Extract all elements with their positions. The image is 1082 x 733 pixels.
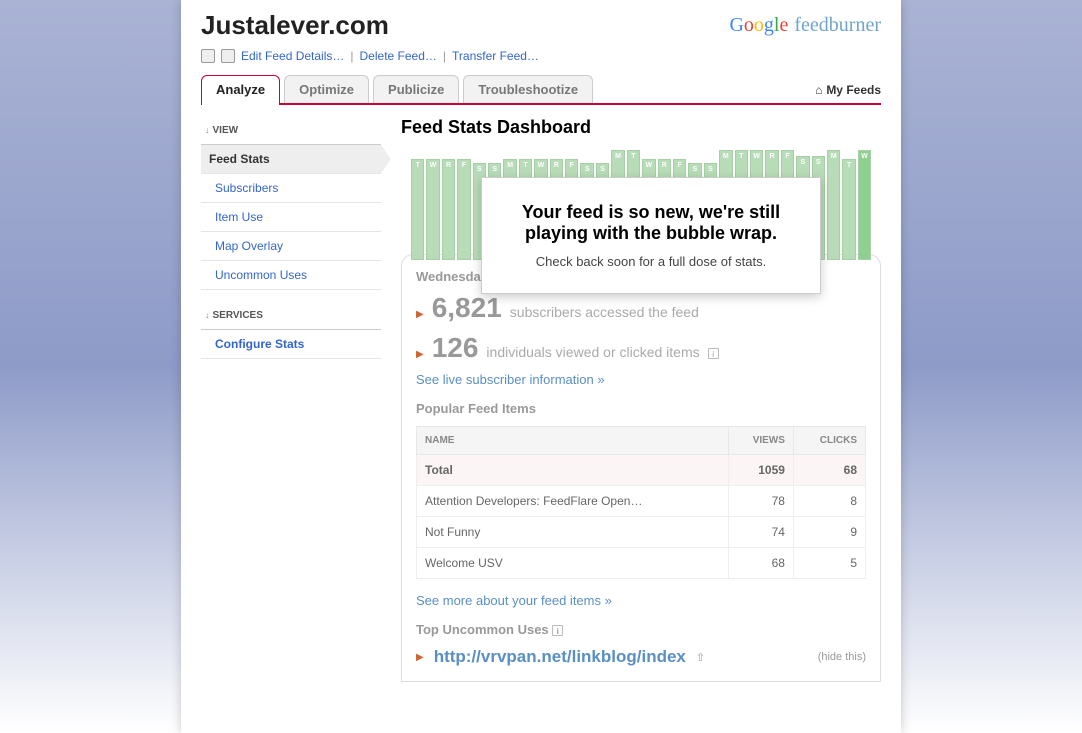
tab-analyze[interactable]: Analyze (201, 75, 280, 105)
popup-title: Your feed is so new, we're still playing… (512, 202, 790, 244)
table-row[interactable]: Attention Developers: FeedFlare Open…788 (417, 486, 866, 517)
sidebar-feed-stats[interactable]: Feed Stats (201, 145, 381, 174)
table-row[interactable]: Welcome USV685 (417, 548, 866, 579)
chart-bar[interactable]: M (827, 150, 840, 260)
triangle-icon: ▶ (416, 652, 424, 663)
up-arrow-icon[interactable]: ⇧ (696, 651, 705, 664)
th-views: VIEWS (728, 427, 793, 455)
delete-feed-link[interactable]: Delete Feed… (360, 49, 437, 63)
chart-bar[interactable]: T (842, 159, 855, 260)
triangle-icon: ▶ (416, 349, 424, 360)
chart-bar[interactable]: R (442, 159, 455, 260)
sidebar-services-header: ↓SERVICES (201, 302, 381, 330)
hide-this-link[interactable]: (hide this) (818, 651, 866, 663)
sidebar-map-overlay[interactable]: Map Overlay (201, 232, 381, 261)
sidebar-configure-stats[interactable]: Configure Stats (201, 330, 381, 359)
sidebar-subscribers[interactable]: Subscribers (201, 174, 381, 203)
sidebar-item-use[interactable]: Item Use (201, 203, 381, 232)
triangle-icon: ▶ (416, 309, 424, 320)
chart-bar[interactable]: W (858, 150, 871, 260)
dashboard-title: Feed Stats Dashboard (401, 117, 881, 138)
brand-logo: Google feedburner (729, 10, 881, 37)
edit-feed-link[interactable]: Edit Feed Details… (241, 49, 344, 63)
th-name: NAME (417, 427, 729, 455)
tab-publicize[interactable]: Publicize (373, 75, 459, 103)
individuals-label: individuals viewed or clicked items (486, 344, 699, 360)
info-icon[interactable]: i (708, 348, 719, 359)
uncommon-uses-title: Top Uncommon Uses i (416, 622, 866, 637)
tab-optimize[interactable]: Optimize (284, 75, 369, 103)
popup-subtitle: Check back soon for a full dose of stats… (512, 254, 790, 269)
chart-bar[interactable]: W (426, 159, 439, 260)
table-row-total: Total 1059 68 (417, 455, 866, 486)
page-title: Justalever.com (201, 10, 389, 41)
google-logo: Google (729, 14, 788, 37)
tab-troubleshootize[interactable]: Troubleshootize (463, 75, 593, 103)
live-subscriber-link[interactable]: See live subscriber information » (416, 372, 866, 387)
transfer-feed-link[interactable]: Transfer Feed… (452, 49, 539, 63)
feedburner-logo: feedburner (794, 14, 881, 37)
info-icon[interactable]: i (552, 625, 563, 636)
sidebar-uncommon-uses[interactable]: Uncommon Uses (201, 261, 381, 290)
rss-icon[interactable] (201, 49, 215, 63)
home-icon: ⌂ (815, 83, 822, 97)
uncommon-url-link[interactable]: http://vrvpan.net/linkblog/index (434, 647, 686, 667)
popular-items-title: Popular Feed Items (416, 401, 866, 416)
th-clicks: CLICKS (793, 427, 865, 455)
popular-items-table: NAME VIEWS CLICKS Total 1059 68 Attentio… (416, 426, 866, 579)
chart-bar[interactable]: F (457, 159, 470, 260)
chart-bar[interactable]: T (411, 159, 424, 260)
my-feeds-link[interactable]: ⌂ My Feeds (815, 83, 881, 103)
table-row[interactable]: Not Funny749 (417, 517, 866, 548)
feed-icon[interactable] (221, 49, 235, 63)
individuals-count: 126 (432, 332, 479, 364)
new-feed-popup: Your feed is so new, we're still playing… (481, 177, 821, 294)
sidebar-view-header: ↓VIEW (201, 117, 381, 145)
subscribers-label: subscribers accessed the feed (510, 304, 699, 320)
more-feed-items-link[interactable]: See more about your feed items » (416, 593, 866, 608)
subscribers-count: 6,821 (432, 292, 502, 324)
